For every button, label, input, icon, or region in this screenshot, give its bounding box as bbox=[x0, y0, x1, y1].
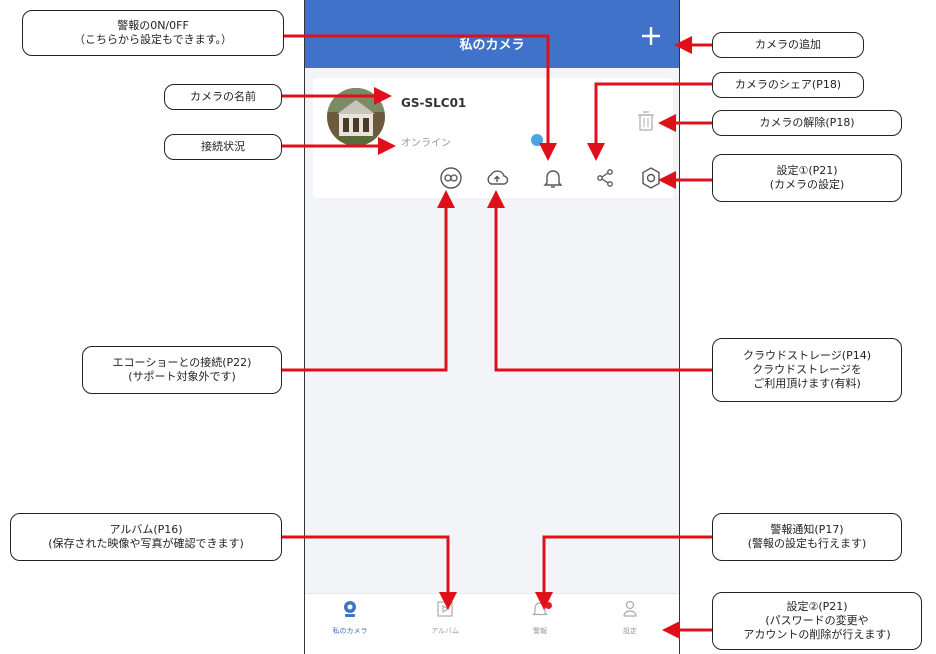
arrow-album bbox=[282, 535, 457, 610]
arrow-cloud bbox=[487, 190, 712, 372]
callout-settings1: 設定①(P21) (カメラの設定) bbox=[712, 154, 902, 202]
arrow-echo bbox=[282, 190, 455, 372]
callout-share: カメラのシェア(P18) bbox=[712, 72, 864, 98]
callout-cloud: クラウドストレージ(P14) クラウドストレージを ご利用頂けます(有料) bbox=[712, 338, 902, 402]
callout-album: アルバム(P16) (保存された映像や写真が確認できます) bbox=[10, 513, 282, 561]
arrow-share bbox=[587, 82, 712, 161]
callout-camera-name: カメラの名前 bbox=[164, 84, 282, 110]
callout-connection: 接続状況 bbox=[164, 134, 282, 160]
callout-alarm-toggle: 警報の0N/0FF （こちらから設定もできます。） bbox=[22, 10, 284, 56]
callout-add-camera: カメラの追加 bbox=[712, 32, 864, 58]
callout-alert: 警報通知(P17) (警報の設定も行えます) bbox=[712, 513, 902, 561]
callout-remove: カメラの解除(P18) bbox=[712, 110, 902, 136]
arrow-alert bbox=[535, 535, 712, 610]
callout-echo: エコーショーとの接続(P22) (サポート対象外です) bbox=[82, 346, 282, 394]
callout-settings2: 設定②(P21) (パスワードの変更や アカウントの削除が行えます) bbox=[712, 592, 922, 650]
